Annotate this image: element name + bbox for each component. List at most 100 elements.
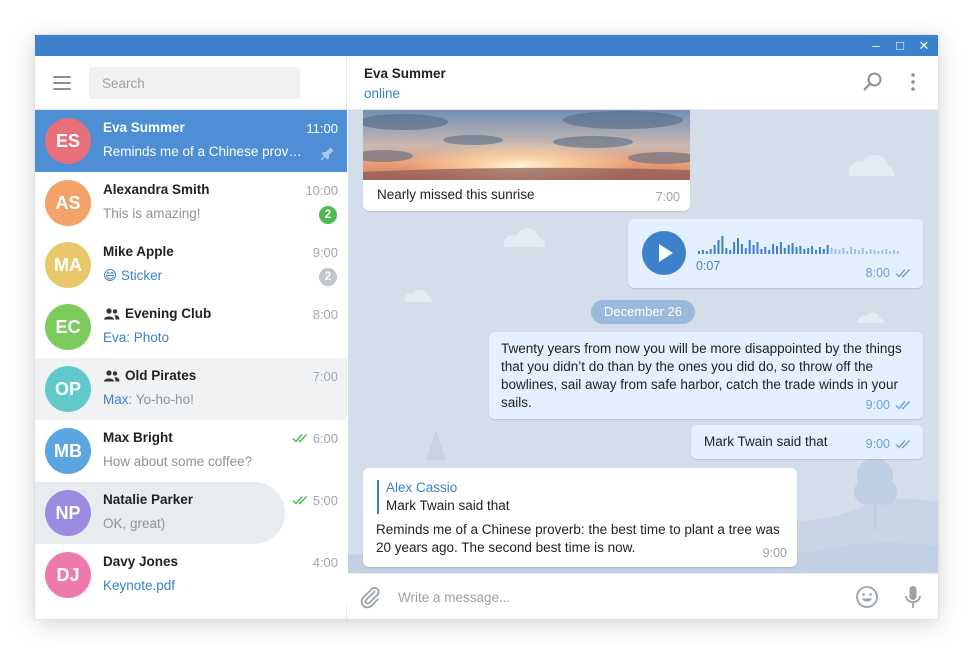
hamburger-menu-icon[interactable] xyxy=(53,76,71,90)
waveform-bar xyxy=(713,245,716,254)
waveform-bar xyxy=(854,249,856,254)
outgoing-message[interactable]: Twenty years from now you will be more d… xyxy=(489,332,923,419)
chat-item-mike-apple[interactable]: MA Mike Apple 9:00 😄 Sticker 2 xyxy=(35,234,347,296)
waveform-bar xyxy=(787,245,790,254)
waveform-bar xyxy=(744,248,747,254)
chat-time: 6:00 xyxy=(312,431,338,446)
conversation-panel: Eva Summer online Nearly missed this sun… xyxy=(348,56,938,619)
sidebar-header xyxy=(35,56,347,110)
message-text: Reminds me of a Chinese proverb: the bes… xyxy=(376,522,780,555)
message-input[interactable] xyxy=(398,582,838,612)
message-time: 7:00 xyxy=(655,190,680,204)
unread-badge: 2 xyxy=(319,268,337,286)
peer-name[interactable]: Eva Summer xyxy=(364,66,446,81)
reply-quoted-text: Mark Twain said that xyxy=(386,498,510,513)
minimize-button[interactable]: – xyxy=(864,35,888,56)
chat-item-alexandra-smith[interactable]: AS Alexandra Smith 10:00 This is amazing… xyxy=(35,172,347,234)
waveform-bar xyxy=(822,249,825,254)
waveform-bar xyxy=(830,248,833,254)
double-check-icon xyxy=(292,495,308,505)
close-button[interactable]: ✕ xyxy=(912,35,936,56)
preview-separator: : xyxy=(128,392,136,407)
avatar: AS xyxy=(45,180,91,226)
unread-badge: 2 xyxy=(319,206,337,224)
message-composer xyxy=(348,573,938,619)
chat-time: 10:00 xyxy=(305,183,338,198)
more-vertical-icon[interactable] xyxy=(901,70,925,94)
chat-name: Eva Summer xyxy=(103,120,185,135)
waveform-bar xyxy=(729,250,732,254)
chat-preview: OK, great) xyxy=(103,516,166,531)
chat-name: Old Pirates xyxy=(125,368,197,383)
chat-item-evening-club[interactable]: EC Evening Club 8:00 Eva: Photo xyxy=(35,296,347,358)
avatar: DJ xyxy=(45,552,91,598)
message-time: 9:00 xyxy=(865,437,890,451)
paperclip-icon[interactable] xyxy=(358,585,382,609)
sunrise-photo[interactable] xyxy=(363,110,690,180)
date-separator: December 26 xyxy=(591,300,695,324)
chat-time: 7:00 xyxy=(312,369,338,384)
message-meta: 7:00 xyxy=(656,188,680,206)
double-check-icon xyxy=(292,433,308,443)
voice-play-button[interactable] xyxy=(642,231,686,275)
incoming-reply-message[interactable]: Alex Cassio Mark Twain said that Reminds… xyxy=(363,468,797,567)
waveform-bar xyxy=(705,251,708,254)
message-meta: 9:00 xyxy=(763,544,787,562)
voice-waveform[interactable] xyxy=(696,233,901,255)
double-check-icon xyxy=(895,440,911,449)
search-icon[interactable] xyxy=(861,70,885,94)
waveform-bar xyxy=(768,250,771,254)
message-list[interactable]: Nearly missed this sunrise 7:00 0:07 8:0… xyxy=(348,110,938,573)
maximize-button[interactable]: □ xyxy=(888,35,912,56)
double-check-icon xyxy=(895,401,911,410)
group-icon xyxy=(104,308,120,320)
waveform-bar xyxy=(846,251,849,254)
waveform-bar xyxy=(799,246,802,254)
photo-message[interactable]: Nearly missed this sunrise 7:00 xyxy=(348,110,690,211)
chat-preview: 😄 Sticker xyxy=(103,268,313,284)
microphone-icon[interactable] xyxy=(901,584,925,610)
waveform-bar xyxy=(779,242,782,254)
chat-preview-text: Photo xyxy=(133,330,170,345)
chat-name: Max Bright xyxy=(103,430,173,445)
chat-name: Alexandra Smith xyxy=(103,182,210,197)
waveform-bar xyxy=(857,250,860,254)
chat-item-eva-summer[interactable]: ES Eva Summer 11:00 Reminds me of a Chin… xyxy=(35,110,347,172)
waveform-bar xyxy=(873,250,876,254)
waveform-bar xyxy=(698,251,700,254)
sidebar: ES Eva Summer 11:00 Reminds me of a Chin… xyxy=(35,56,347,619)
waveform-bar xyxy=(764,247,767,254)
peer-status: online xyxy=(364,86,401,101)
chat-preview: This is amazing! xyxy=(103,206,201,221)
chat-item-davy-jones[interactable]: DJ Davy Jones 4:00 Keynote.pdf xyxy=(35,544,347,606)
chat-item-natalie-parker[interactable]: NP Natalie Parker 5:00 OK, great) xyxy=(35,482,347,544)
waveform-bar xyxy=(701,250,704,254)
voice-message[interactable]: 0:07 8:00 xyxy=(628,219,923,288)
search-input[interactable] xyxy=(89,67,300,99)
waveform-bar xyxy=(783,248,786,254)
waveform-bar xyxy=(725,248,728,254)
waveform-bar xyxy=(850,247,853,254)
preview-separator: : xyxy=(126,330,134,345)
voice-duration: 0:07 xyxy=(696,259,721,273)
waveform-bar xyxy=(869,249,872,254)
waveform-bar xyxy=(826,245,829,254)
message-meta: 8:00 xyxy=(866,264,913,282)
waveform-bar xyxy=(896,251,899,254)
chat-preview-text: Yo-ho-ho! xyxy=(135,392,194,407)
title-bar: – □ ✕ xyxy=(35,35,938,56)
chat-time: 5:00 xyxy=(312,493,338,508)
chat-item-old-pirates[interactable]: OP Old Pirates 7:00 Max: Yo-ho-ho! xyxy=(35,358,347,420)
waveform-bar xyxy=(811,246,814,254)
message-time: 8:00 xyxy=(865,266,890,280)
group-icon xyxy=(104,370,120,382)
chat-item-max-bright[interactable]: MB Max Bright 6:00 How about some coffee… xyxy=(35,420,347,482)
emoji-icon[interactable] xyxy=(855,585,879,609)
outgoing-message[interactable]: Mark Twain said that 9:00 xyxy=(691,425,923,459)
chat-time: 9:00 xyxy=(312,245,338,260)
reply-author[interactable]: Alex Cassio xyxy=(386,479,457,497)
waveform-bar xyxy=(772,244,775,254)
telegram-window: – □ ✕ ES Eva Summer 11:00 Reminds me of … xyxy=(35,35,938,619)
avatar: NP xyxy=(45,490,91,536)
waveform-bar xyxy=(815,250,817,254)
